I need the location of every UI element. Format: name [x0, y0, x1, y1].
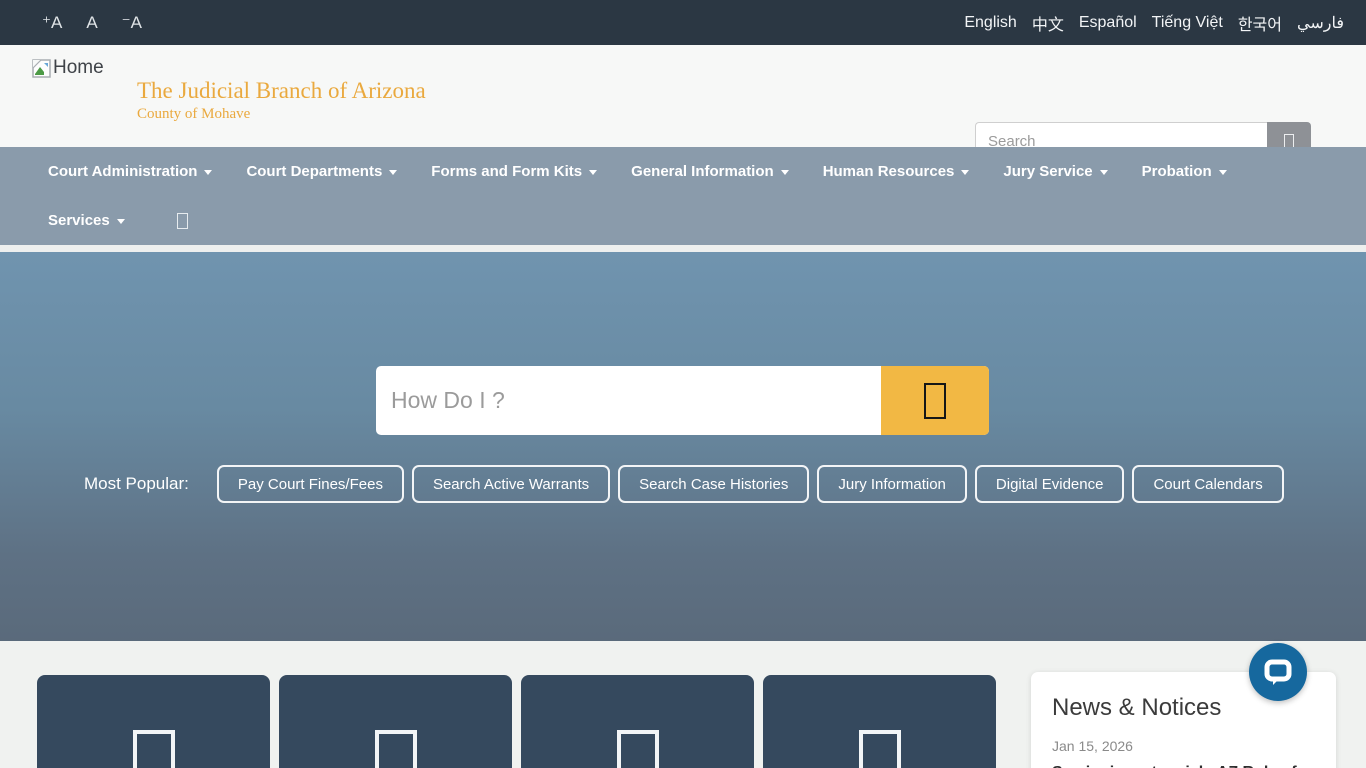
- home-logo-alt-text: Home: [53, 57, 104, 79]
- lower-section: News & Notices Jan 15, 2026 Semiquincent…: [0, 641, 1366, 768]
- chevron-down-icon: [1219, 170, 1227, 175]
- nav-row-1: Court Administration Court Departments F…: [0, 147, 1366, 196]
- news-item[interactable]: Jan 15, 2026 Semiquincentennial - AZ Rul…: [1052, 738, 1316, 768]
- popular-link-digital-evidence[interactable]: Digital Evidence: [975, 465, 1125, 503]
- nav-search-button[interactable]: [160, 196, 205, 245]
- search-icon: [177, 213, 188, 229]
- feature-card-1[interactable]: [37, 675, 270, 768]
- how-do-i-search: [376, 366, 989, 435]
- chevron-down-icon: [781, 170, 789, 175]
- nav-item-forms-and-form-kits[interactable]: Forms and Form Kits: [414, 147, 614, 196]
- nav-item-court-administration[interactable]: Court Administration: [31, 147, 229, 196]
- language-link-english[interactable]: English: [964, 14, 1016, 32]
- most-popular-row: Most Popular: Pay Court Fines/Fees Searc…: [84, 465, 1344, 503]
- font-increase-button[interactable]: ⁺A: [42, 13, 62, 33]
- nav-item-label: Court Departments: [246, 163, 382, 180]
- nav-item-label: Services: [48, 212, 110, 229]
- nav-item-jury-service[interactable]: Jury Service: [986, 147, 1124, 196]
- chevron-down-icon: [389, 170, 397, 175]
- nav-item-general-information[interactable]: General Information: [614, 147, 806, 196]
- home-logo-link[interactable]: Home: [32, 57, 104, 84]
- news-item-headline[interactable]: Semiquincentennial - AZ Rule of: [1052, 763, 1316, 768]
- popular-link-pay-court-fines[interactable]: Pay Court Fines/Fees: [217, 465, 404, 503]
- popular-link-search-case-histories[interactable]: Search Case Histories: [618, 465, 809, 503]
- nav-item-label: Jury Service: [1003, 163, 1092, 180]
- news-item-date: Jan 15, 2026: [1052, 738, 1316, 754]
- nav-item-label: Probation: [1142, 163, 1212, 180]
- feature-card-2[interactable]: [279, 675, 512, 768]
- font-default-button[interactable]: A: [86, 13, 97, 33]
- main-navigation: Court Administration Court Departments F…: [0, 147, 1366, 245]
- feature-card-4[interactable]: [763, 675, 996, 768]
- feature-card-3[interactable]: [521, 675, 754, 768]
- nav-item-court-departments[interactable]: Court Departments: [229, 147, 414, 196]
- language-links: English 中文 Español Tiếng Việt 한국어 فارسي: [964, 11, 1366, 35]
- nav-item-probation[interactable]: Probation: [1125, 147, 1244, 196]
- search-icon: [924, 383, 946, 419]
- language-link-spanish[interactable]: Español: [1079, 14, 1137, 32]
- language-link-chinese[interactable]: 中文: [1032, 11, 1064, 35]
- chevron-down-icon: [204, 170, 212, 175]
- site-title-block: The Judicial Branch of Arizona County of…: [137, 78, 426, 124]
- nav-item-human-resources[interactable]: Human Resources: [806, 147, 987, 196]
- chevron-down-icon: [961, 170, 969, 175]
- font-size-controls: ⁺A A ⁻A: [0, 13, 142, 33]
- nav-item-label: Court Administration: [48, 163, 197, 180]
- popular-link-court-calendars[interactable]: Court Calendars: [1132, 465, 1283, 503]
- site-subtitle: County of Mohave: [137, 104, 426, 124]
- missing-image-icon: [375, 730, 417, 768]
- top-utility-bar: ⁺A A ⁻A English 中文 Español Tiếng Việt 한국…: [0, 0, 1366, 45]
- page: ⁺A A ⁻A English 中文 Español Tiếng Việt 한국…: [0, 0, 1366, 768]
- chevron-down-icon: [1100, 170, 1108, 175]
- chat-bubble-icon: [1262, 656, 1294, 688]
- chevron-down-icon: [117, 219, 125, 224]
- how-do-i-search-button[interactable]: [881, 366, 989, 435]
- site-title: The Judicial Branch of Arizona: [137, 78, 426, 104]
- nav-item-label: Human Resources: [823, 163, 955, 180]
- missing-image-icon: [859, 730, 901, 768]
- missing-image-icon: [133, 730, 175, 768]
- nav-item-label: Forms and Form Kits: [431, 163, 582, 180]
- most-popular-label: Most Popular:: [84, 474, 189, 494]
- nav-row-2: Services: [0, 196, 1366, 245]
- chevron-down-icon: [589, 170, 597, 175]
- missing-image-icon: [617, 730, 659, 768]
- broken-image-icon: [32, 59, 51, 84]
- popular-link-search-active-warrants[interactable]: Search Active Warrants: [412, 465, 610, 503]
- search-icon: [1284, 134, 1294, 148]
- nav-item-services[interactable]: Services: [31, 196, 142, 245]
- nav-item-label: General Information: [631, 163, 774, 180]
- language-link-farsi[interactable]: فارسي: [1297, 13, 1344, 33]
- hero-section: Most Popular: Pay Court Fines/Fees Searc…: [0, 252, 1366, 641]
- chat-widget-button[interactable]: [1249, 643, 1307, 701]
- language-link-vietnamese[interactable]: Tiếng Việt: [1152, 14, 1223, 32]
- font-decrease-button[interactable]: ⁻A: [122, 13, 142, 33]
- language-link-korean[interactable]: 한국어: [1238, 11, 1282, 35]
- site-header: Home The Judicial Branch of Arizona Coun…: [0, 45, 1366, 147]
- popular-link-jury-information[interactable]: Jury Information: [817, 465, 967, 503]
